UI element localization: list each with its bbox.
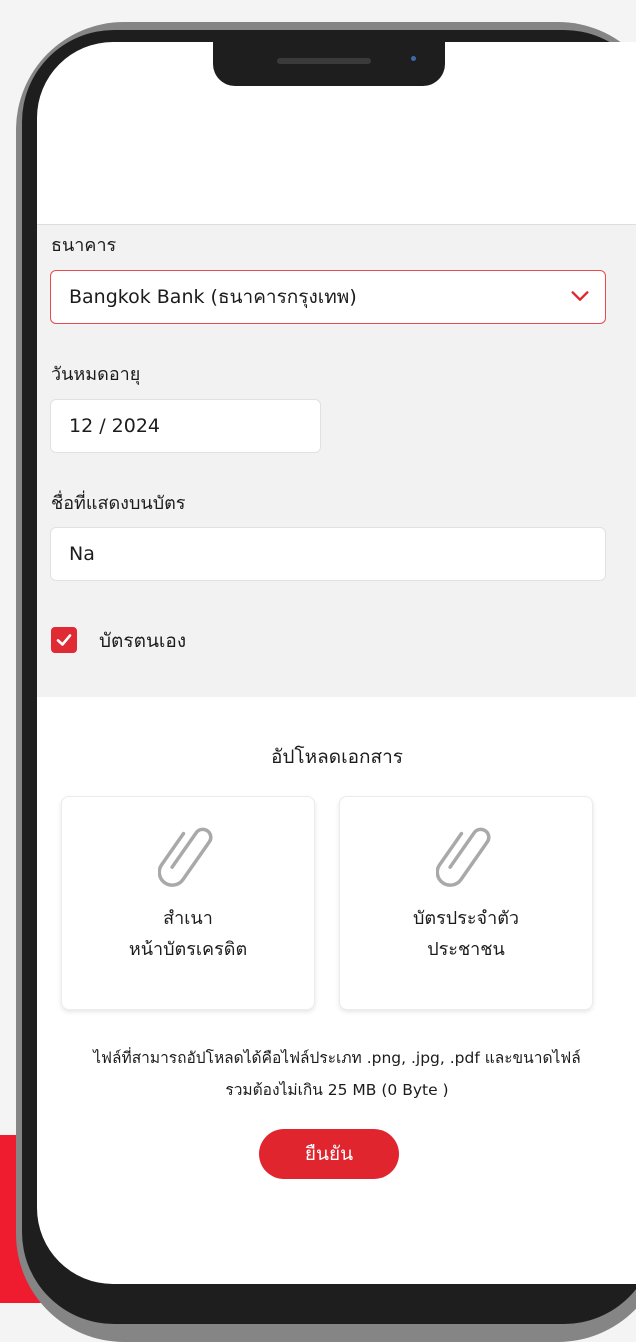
upload-card-label: บัตรประจำตัว ประชาชน xyxy=(413,908,519,960)
expiry-value: 12 / 2024 xyxy=(69,415,161,437)
upload-section-title: อัปโหลดเอกสาร xyxy=(270,746,404,768)
checkmark-icon xyxy=(56,634,72,646)
phone-notch xyxy=(213,42,445,86)
upload-credit-card-copy[interactable]: สำเนา หน้าบัตรเครดิต xyxy=(61,796,315,1010)
own-card-label: บัตรตนเอง xyxy=(99,630,187,652)
card-name-value: Na xyxy=(69,543,95,565)
card-name-field[interactable]: Na xyxy=(50,527,606,581)
bank-select[interactable]: Bangkok Bank (ธนาคารกรุงเทพ) xyxy=(50,270,606,324)
paperclip-icon xyxy=(158,827,213,887)
bank-select-value: Bangkok Bank (ธนาคารกรุงเทพ) xyxy=(69,286,357,308)
upload-card-label: สำเนา หน้าบัตรเครดิต xyxy=(128,908,248,960)
expiry-label: วันหมดอายุ xyxy=(51,364,141,385)
card-name-label: ชื่อที่แสดงบนบัตร xyxy=(51,493,186,514)
bank-label: ธนาคาร xyxy=(51,235,117,256)
upload-file-note: ไฟล์ที่สามารถอัปโหลดได้คือไฟล์ประเภท .pn… xyxy=(93,1049,581,1099)
expiry-field[interactable]: 12 / 2024 xyxy=(50,399,321,453)
chevron-down-icon xyxy=(571,291,589,301)
confirm-button[interactable]: ยืนยัน xyxy=(259,1129,399,1179)
upload-id-card[interactable]: บัตรประจำตัว ประชาชน xyxy=(339,796,593,1010)
paperclip-icon xyxy=(436,827,491,887)
speaker-grille xyxy=(277,58,371,64)
phone-screen: ธนาคาร Bangkok Bank (ธนาคารกรุงเทพ) วันห… xyxy=(37,42,636,1284)
front-camera xyxy=(411,56,416,61)
own-card-checkbox[interactable] xyxy=(51,627,77,653)
